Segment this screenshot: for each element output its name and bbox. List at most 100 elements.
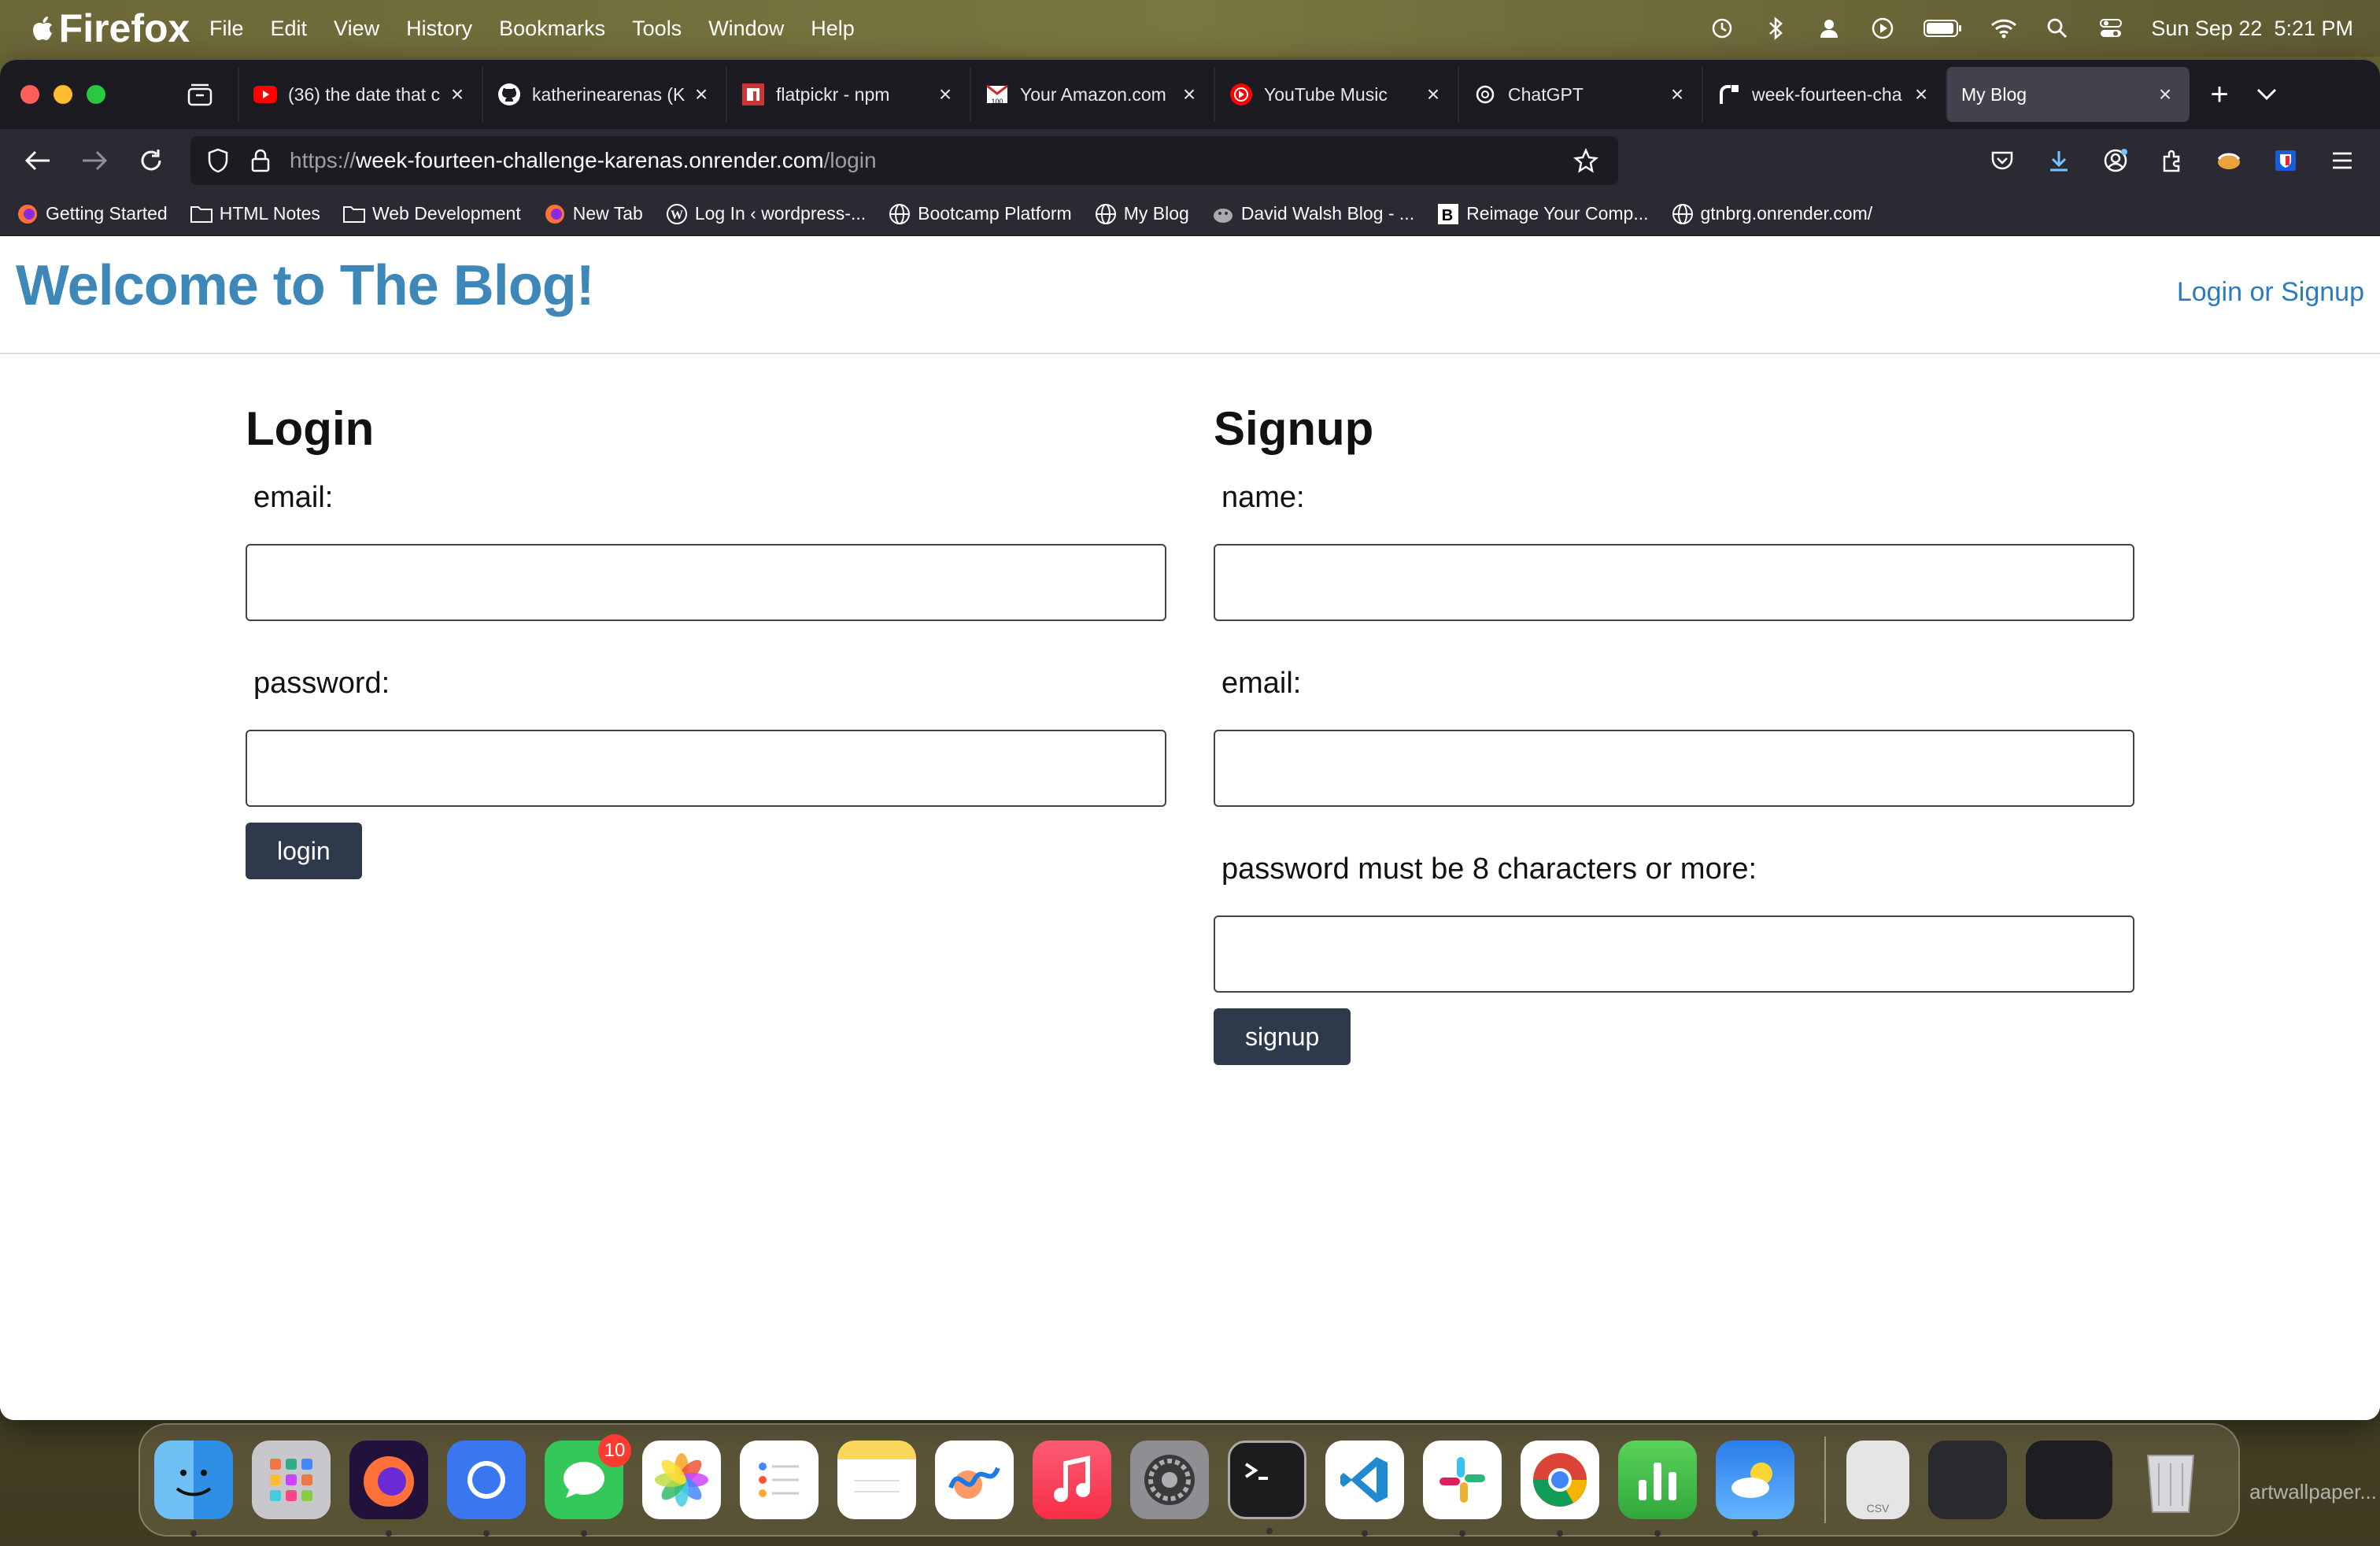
bookmark-label: New Tab	[572, 203, 643, 224]
bitwarden-icon[interactable]	[2268, 143, 2303, 178]
menu-tools[interactable]: Tools	[632, 17, 682, 41]
signup-email-input[interactable]	[1214, 730, 2134, 807]
dock-csv-file-icon[interactable]: CSV	[1846, 1441, 1909, 1519]
bookmark-star-icon[interactable]	[1565, 148, 1607, 173]
bookmark-web-development[interactable]: Web Development	[342, 202, 521, 226]
control-center-icon[interactable]	[2097, 15, 2124, 42]
login-password-input[interactable]	[246, 730, 1166, 807]
github-icon	[497, 83, 521, 106]
list-all-tabs-icon[interactable]	[2243, 71, 2290, 118]
bookmark-reimage[interactable]: B Reimage Your Comp...	[1436, 202, 1649, 226]
bookmark-david-walsh[interactable]: David Walsh Blog - ...	[1211, 202, 1414, 226]
close-tab-icon[interactable]: ×	[1179, 82, 1199, 107]
dock-weather-icon[interactable]	[1716, 1441, 1794, 1537]
dock-launchpad-icon[interactable]	[252, 1441, 331, 1519]
lock-icon[interactable]	[239, 149, 282, 172]
wifi-icon[interactable]	[1990, 15, 2017, 42]
dock-freeform-icon[interactable]	[935, 1441, 1014, 1519]
tab-youtube-music[interactable]: YouTube Music ×	[1214, 67, 1458, 122]
address-bar[interactable]: https://week-fourteen-challenge-karenas.…	[190, 136, 1618, 185]
menu-app-name[interactable]: Firefox	[59, 0, 190, 68]
dock-trash-icon[interactable]	[2131, 1441, 2210, 1519]
dock-firefox-icon[interactable]	[349, 1441, 428, 1537]
tracking-protection-shield-icon[interactable]	[197, 148, 239, 173]
close-tab-icon[interactable]: ×	[935, 82, 955, 107]
dock-vscode-icon[interactable]	[1325, 1441, 1404, 1537]
dock-reminders-icon[interactable]	[740, 1441, 819, 1519]
tab-chatgpt[interactable]: ChatGPT ×	[1458, 67, 1702, 122]
menu-help[interactable]: Help	[811, 17, 855, 41]
menu-file[interactable]: File	[209, 17, 244, 41]
tab-render[interactable]: week-fourteen-cha ×	[1702, 67, 1946, 122]
back-icon[interactable]	[9, 135, 66, 186]
close-tab-icon[interactable]: ×	[691, 82, 711, 107]
dock-system-settings-icon[interactable]	[1130, 1441, 1209, 1519]
bookmark-wordpress[interactable]: W Log In ‹ wordpress-...	[665, 202, 866, 226]
dock-photos-icon[interactable]	[642, 1441, 721, 1519]
dock-chrome-icon[interactable]	[1521, 1441, 1599, 1537]
bookmark-gtnbrg[interactable]: gtnbrg.onrender.com/	[1671, 202, 1872, 226]
apple-icon[interactable]	[28, 14, 57, 43]
extension-avatar-icon[interactable]	[2212, 143, 2246, 178]
close-tab-icon[interactable]: ×	[1423, 82, 1443, 107]
site-title[interactable]: Welcome to The Blog!	[16, 253, 595, 318]
menu-history[interactable]: History	[406, 17, 472, 41]
account-icon[interactable]	[2098, 143, 2133, 178]
signup-button[interactable]: signup	[1214, 1008, 1351, 1065]
bookmark-label: HTML Notes	[219, 203, 320, 224]
tab-my-blog[interactable]: My Blog ×	[1946, 67, 2190, 122]
bluetooth-icon[interactable]	[1762, 15, 1789, 42]
pocket-icon[interactable]	[1985, 143, 2020, 178]
menu-edit[interactable]: Edit	[271, 17, 308, 41]
login-button[interactable]: login	[246, 823, 362, 879]
signup-password-input[interactable]	[1214, 915, 2134, 993]
new-tab-button[interactable]: +	[2196, 71, 2243, 118]
bookmark-new-tab[interactable]: New Tab	[543, 202, 643, 226]
close-tab-icon[interactable]: ×	[2155, 82, 2175, 107]
battery-icon[interactable]	[1923, 15, 1964, 42]
tab-npm[interactable]: flatpickr - npm ×	[726, 67, 970, 122]
dock-signal-icon[interactable]	[447, 1441, 526, 1537]
menu-bookmarks[interactable]: Bookmarks	[499, 17, 605, 41]
bookmark-getting-started[interactable]: Getting Started	[16, 202, 168, 226]
extensions-icon[interactable]	[2155, 143, 2190, 178]
reload-icon[interactable]	[123, 135, 179, 186]
user-icon[interactable]	[1816, 15, 1842, 42]
close-tab-icon[interactable]: ×	[1667, 82, 1687, 107]
clock[interactable]: Sun Sep 22 5:21 PM	[2151, 17, 2353, 41]
firefox-view-icon[interactable]	[178, 72, 222, 117]
close-tab-icon[interactable]: ×	[447, 82, 468, 107]
dock-minimized-window-thumbnail[interactable]	[1928, 1441, 2007, 1519]
minimize-window-button[interactable]	[54, 85, 72, 104]
tab-youtube[interactable]: (36) the date that c ×	[238, 67, 482, 122]
dock-messages-icon[interactable]: 10	[545, 1434, 631, 1537]
dock-finder-icon[interactable]	[154, 1441, 233, 1537]
zoom-window-button[interactable]	[87, 85, 105, 104]
tab-amazon[interactable]: 100 Your Amazon.com ×	[970, 67, 1214, 122]
menu-view[interactable]: View	[334, 17, 379, 41]
play-icon[interactable]	[1869, 15, 1896, 42]
login-email-label: email:	[253, 481, 334, 514]
dock-notes-icon[interactable]	[837, 1441, 916, 1519]
signup-name-input[interactable]	[1214, 544, 2134, 621]
bookmark-my-blog[interactable]: My Blog	[1094, 202, 1189, 226]
close-tab-icon[interactable]: ×	[1911, 82, 1931, 107]
tab-github[interactable]: katherinearenas (K ×	[482, 67, 726, 122]
bookmark-html-notes[interactable]: HTML Notes	[190, 202, 320, 226]
dock-numbers-icon[interactable]	[1618, 1441, 1697, 1537]
dock-terminal-icon[interactable]	[1228, 1441, 1306, 1534]
close-window-button[interactable]	[20, 85, 39, 104]
dock-minimized-vscode-thumbnail[interactable]	[2026, 1441, 2112, 1519]
dock-slack-icon[interactable]	[1423, 1441, 1502, 1537]
forward-icon[interactable]	[66, 135, 123, 186]
spotlight-search-icon[interactable]	[2044, 15, 2071, 42]
site-header: Welcome to The Blog! Login or Signup	[0, 236, 2380, 354]
time-machine-icon[interactable]	[1709, 15, 1735, 42]
menu-window[interactable]: Window	[708, 17, 784, 41]
bookmark-bootcamp-platform[interactable]: Bootcamp Platform	[888, 202, 1072, 226]
dock-music-icon[interactable]	[1033, 1441, 1111, 1519]
login-signup-link[interactable]: Login or Signup	[2177, 277, 2364, 308]
login-email-input[interactable]	[246, 544, 1166, 621]
downloads-icon[interactable]	[2042, 143, 2076, 178]
app-menu-icon[interactable]	[2325, 143, 2360, 178]
